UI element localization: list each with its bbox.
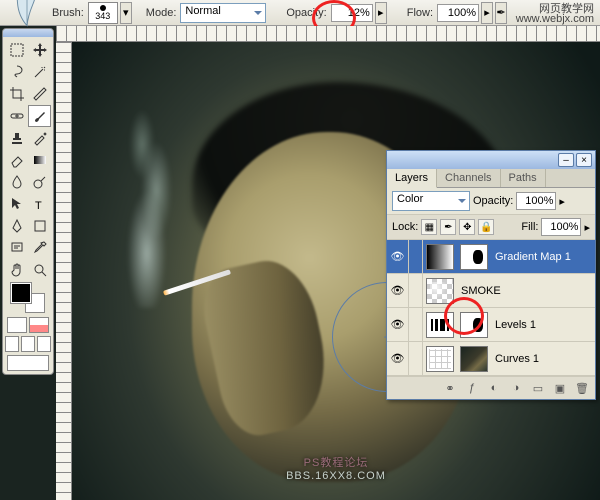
- layer-name[interactable]: Curves 1: [491, 353, 539, 365]
- layer-opacity-input[interactable]: 100%: [516, 192, 556, 210]
- wand-tool-icon[interactable]: [28, 61, 51, 83]
- lock-label: Lock:: [392, 221, 418, 233]
- close-button[interactable]: ×: [576, 153, 592, 167]
- annotation-circle-mask: [444, 297, 484, 335]
- layers-panel: – × Layers Channels Paths Color Opacity:…: [386, 150, 596, 400]
- palette-grip[interactable]: [3, 29, 53, 37]
- screenmode-std-icon[interactable]: [5, 336, 19, 352]
- layer-blend-select[interactable]: Color: [392, 191, 470, 211]
- layer-opacity-label: Opacity:: [473, 195, 513, 207]
- heal-tool-icon[interactable]: [5, 105, 28, 127]
- type-tool-icon[interactable]: T: [28, 193, 51, 215]
- dodge-tool-icon[interactable]: [28, 171, 51, 193]
- panel-footer: ⚭ ƒ ◐ ◑ ▭ ▣ 🗑: [387, 376, 595, 399]
- notes-tool-icon[interactable]: [5, 237, 28, 259]
- chevron-right-icon[interactable]: ▸: [559, 195, 565, 208]
- visibility-icon[interactable]: 👁: [387, 342, 409, 375]
- quickmask-mode-icon[interactable]: [29, 317, 49, 333]
- brush-preset-picker[interactable]: 343: [88, 2, 118, 24]
- panel-tabs: Layers Channels Paths: [387, 169, 595, 188]
- watermark-center: PS教程论坛 BBS.16XX8.COM: [286, 454, 386, 482]
- flow-label: Flow:: [405, 7, 435, 19]
- fill-label: Fill:: [521, 221, 538, 233]
- tools-palette: T: [2, 28, 54, 375]
- fill-input[interactable]: 100%: [541, 218, 581, 236]
- lock-all-icon[interactable]: 🔒: [478, 219, 494, 235]
- marquee-tool-icon[interactable]: [5, 39, 28, 61]
- mask-thumb-icon[interactable]: [460, 346, 488, 372]
- tab-channels[interactable]: Channels: [437, 169, 500, 187]
- visibility-icon[interactable]: 👁: [387, 308, 409, 341]
- feather-icon: [8, 0, 46, 31]
- layer-name[interactable]: SMOKE: [457, 285, 501, 297]
- brush-label: Brush:: [50, 7, 86, 19]
- standard-mode-icon[interactable]: [7, 317, 27, 333]
- minimize-button[interactable]: –: [558, 153, 574, 167]
- svg-text:T: T: [35, 200, 42, 212]
- layer-style-icon[interactable]: ƒ: [463, 380, 481, 396]
- options-bar: Brush: 343 ▾ Mode: Normal Opacity: 12% ▸…: [0, 0, 600, 26]
- blend-mode-select[interactable]: Normal: [180, 3, 266, 23]
- airbrush-icon[interactable]: ✒: [495, 2, 507, 24]
- gradient-tool-icon[interactable]: [28, 149, 51, 171]
- ruler-horizontal: [56, 26, 600, 42]
- hand-tool-icon[interactable]: [5, 259, 28, 281]
- panel-titlebar[interactable]: – ×: [387, 151, 595, 169]
- visibility-icon[interactable]: 👁: [387, 274, 409, 307]
- crop-tool-icon[interactable]: [5, 83, 28, 105]
- layer-row[interactable]: 👁 Levels 1: [387, 308, 595, 342]
- blur-tool-icon[interactable]: [5, 171, 28, 193]
- layer-row[interactable]: 👁 Gradient Map 1: [387, 240, 595, 274]
- foreground-color-swatch[interactable]: [11, 283, 31, 303]
- layer-mask-icon[interactable]: ◐: [485, 380, 503, 396]
- mode-label: Mode:: [144, 7, 179, 19]
- screenmode-fullnb-icon[interactable]: [37, 336, 51, 352]
- layer-row[interactable]: 👁 Curves 1: [387, 342, 595, 376]
- visibility-icon[interactable]: 👁: [387, 240, 409, 273]
- flow-flyout-icon[interactable]: ▸: [481, 2, 493, 24]
- lock-transparency-icon[interactable]: ▦: [421, 219, 437, 235]
- mask-thumb-icon[interactable]: [460, 244, 488, 270]
- stamp-tool-icon[interactable]: [5, 127, 28, 149]
- opacity-flyout-icon[interactable]: ▸: [375, 2, 387, 24]
- layer-name[interactable]: Gradient Map 1: [491, 251, 571, 263]
- shape-tool-icon[interactable]: [28, 215, 51, 237]
- history-brush-icon[interactable]: [28, 127, 51, 149]
- layer-row[interactable]: 👁 SMOKE: [387, 274, 595, 308]
- ruler-vertical: [56, 42, 72, 500]
- layer-name[interactable]: Levels 1: [491, 319, 536, 331]
- group-icon[interactable]: ▭: [529, 380, 547, 396]
- slice-tool-icon[interactable]: [28, 83, 51, 105]
- chevron-right-icon[interactable]: ▸: [584, 221, 590, 234]
- lock-position-icon[interactable]: ✥: [459, 219, 475, 235]
- brush-tool-icon[interactable]: [28, 105, 51, 127]
- screenmode-full-icon[interactable]: [21, 336, 35, 352]
- watermark-top: 网页教学网 www.webjx.com: [516, 4, 594, 24]
- tab-layers[interactable]: Layers: [387, 169, 437, 188]
- path-select-icon[interactable]: [5, 193, 28, 215]
- layer-thumb-icon[interactable]: [426, 278, 454, 304]
- lasso-tool-icon[interactable]: [5, 61, 28, 83]
- jump-to-icon[interactable]: [7, 355, 49, 371]
- brush-flyout-icon[interactable]: ▾: [120, 2, 132, 24]
- eyedropper-tool-icon[interactable]: [28, 237, 51, 259]
- layer-thumb-icon[interactable]: [426, 244, 454, 270]
- tab-paths[interactable]: Paths: [501, 169, 546, 187]
- photo-smoke: [110, 98, 190, 308]
- lock-pixels-icon[interactable]: ✒: [440, 219, 456, 235]
- pen-tool-icon[interactable]: [5, 215, 28, 237]
- adjustment-layer-icon[interactable]: ◑: [507, 380, 525, 396]
- layer-thumb-icon[interactable]: [426, 346, 454, 372]
- color-swatches[interactable]: [11, 283, 45, 313]
- eraser-tool-icon[interactable]: [5, 149, 28, 171]
- new-layer-icon[interactable]: ▣: [551, 380, 569, 396]
- layer-list: 👁 Gradient Map 1 👁 SMOKE 👁 Levels 1 👁 Cu…: [387, 240, 595, 376]
- link-layers-icon[interactable]: ⚭: [441, 380, 459, 396]
- zoom-tool-icon[interactable]: [28, 259, 51, 281]
- flow-input[interactable]: 100%: [437, 4, 479, 22]
- trash-icon[interactable]: 🗑: [573, 380, 591, 396]
- move-tool-icon[interactable]: [28, 39, 51, 61]
